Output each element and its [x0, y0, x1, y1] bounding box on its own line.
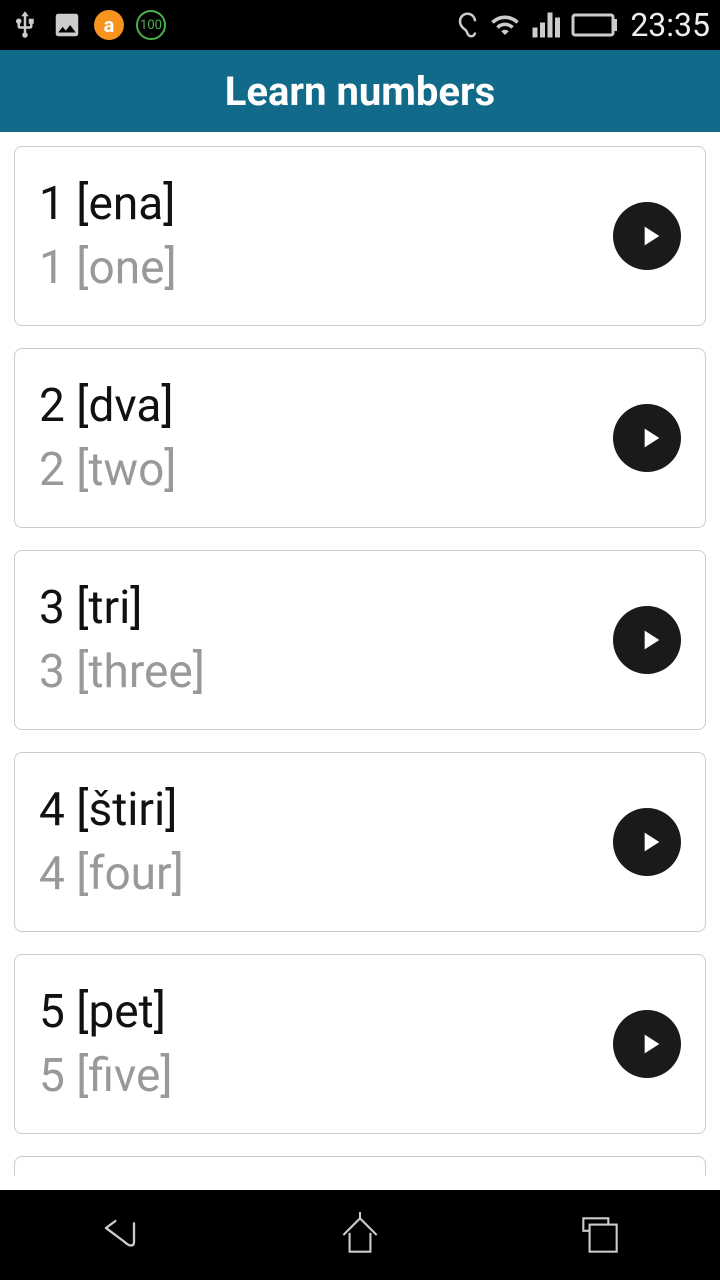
- primary-text: 4 [štiri]: [39, 783, 184, 837]
- usb-icon: [10, 10, 40, 40]
- primary-text: 5 [pet]: [39, 985, 173, 1039]
- content-list[interactable]: 1 [ena] 1 [one] 2 [dva] 2 [two] 3 [tri] …: [0, 132, 720, 1190]
- card-text: 1 [ena] 1 [one]: [39, 177, 177, 295]
- play-button[interactable]: [613, 808, 681, 876]
- card-text: 3 [tri] 3 [three]: [39, 581, 205, 699]
- secondary-text: 4 [four]: [39, 847, 184, 901]
- number-card[interactable]: 1 [ena] 1 [one]: [14, 146, 706, 326]
- status-left: a 100: [10, 10, 166, 40]
- home-button[interactable]: [330, 1205, 390, 1265]
- battery-icon: [570, 13, 620, 37]
- image-icon: [52, 10, 82, 40]
- number-card[interactable]: 5 [pet] 5 [five]: [14, 954, 706, 1134]
- wifi-icon: [490, 10, 520, 40]
- primary-text: 3 [tri]: [39, 581, 205, 635]
- play-button[interactable]: [613, 606, 681, 674]
- card-text: 2 [dva] 2 [two]: [39, 379, 177, 497]
- recent-icon: [575, 1210, 625, 1260]
- play-icon: [634, 422, 666, 454]
- hearing-icon: [450, 10, 480, 40]
- number-card[interactable]: 2 [dva] 2 [two]: [14, 348, 706, 528]
- play-button[interactable]: [613, 404, 681, 472]
- secondary-text: 3 [three]: [39, 645, 205, 699]
- number-card-partial[interactable]: [14, 1156, 706, 1176]
- secondary-text: 1 [one]: [39, 241, 177, 295]
- app-badge-icon: a: [94, 10, 124, 40]
- page-title: Learn numbers: [225, 68, 495, 115]
- signal-icon: [530, 10, 560, 40]
- number-card[interactable]: 3 [tri] 3 [three]: [14, 550, 706, 730]
- navigation-bar: [0, 1190, 720, 1280]
- play-icon: [634, 1028, 666, 1060]
- status-right: 23:35: [450, 6, 710, 44]
- status-bar: a 100 23:35: [0, 0, 720, 50]
- primary-text: 1 [ena]: [39, 177, 177, 231]
- card-text: 5 [pet] 5 [five]: [39, 985, 173, 1103]
- app-header: Learn numbers: [0, 50, 720, 132]
- recent-button[interactable]: [570, 1205, 630, 1265]
- play-button[interactable]: [613, 202, 681, 270]
- primary-text: 2 [dva]: [39, 379, 177, 433]
- back-button[interactable]: [90, 1205, 150, 1265]
- card-text: 4 [štiri] 4 [four]: [39, 783, 184, 901]
- secondary-text: 5 [five]: [39, 1049, 173, 1103]
- home-icon: [335, 1210, 385, 1260]
- play-icon: [634, 624, 666, 656]
- play-icon: [634, 220, 666, 252]
- status-time: 23:35: [630, 6, 710, 44]
- play-icon: [634, 826, 666, 858]
- secondary-text: 2 [two]: [39, 443, 177, 497]
- back-icon: [92, 1207, 148, 1263]
- battery-circle-icon: 100: [136, 10, 166, 40]
- play-button[interactable]: [613, 1010, 681, 1078]
- number-card[interactable]: 4 [štiri] 4 [four]: [14, 752, 706, 932]
